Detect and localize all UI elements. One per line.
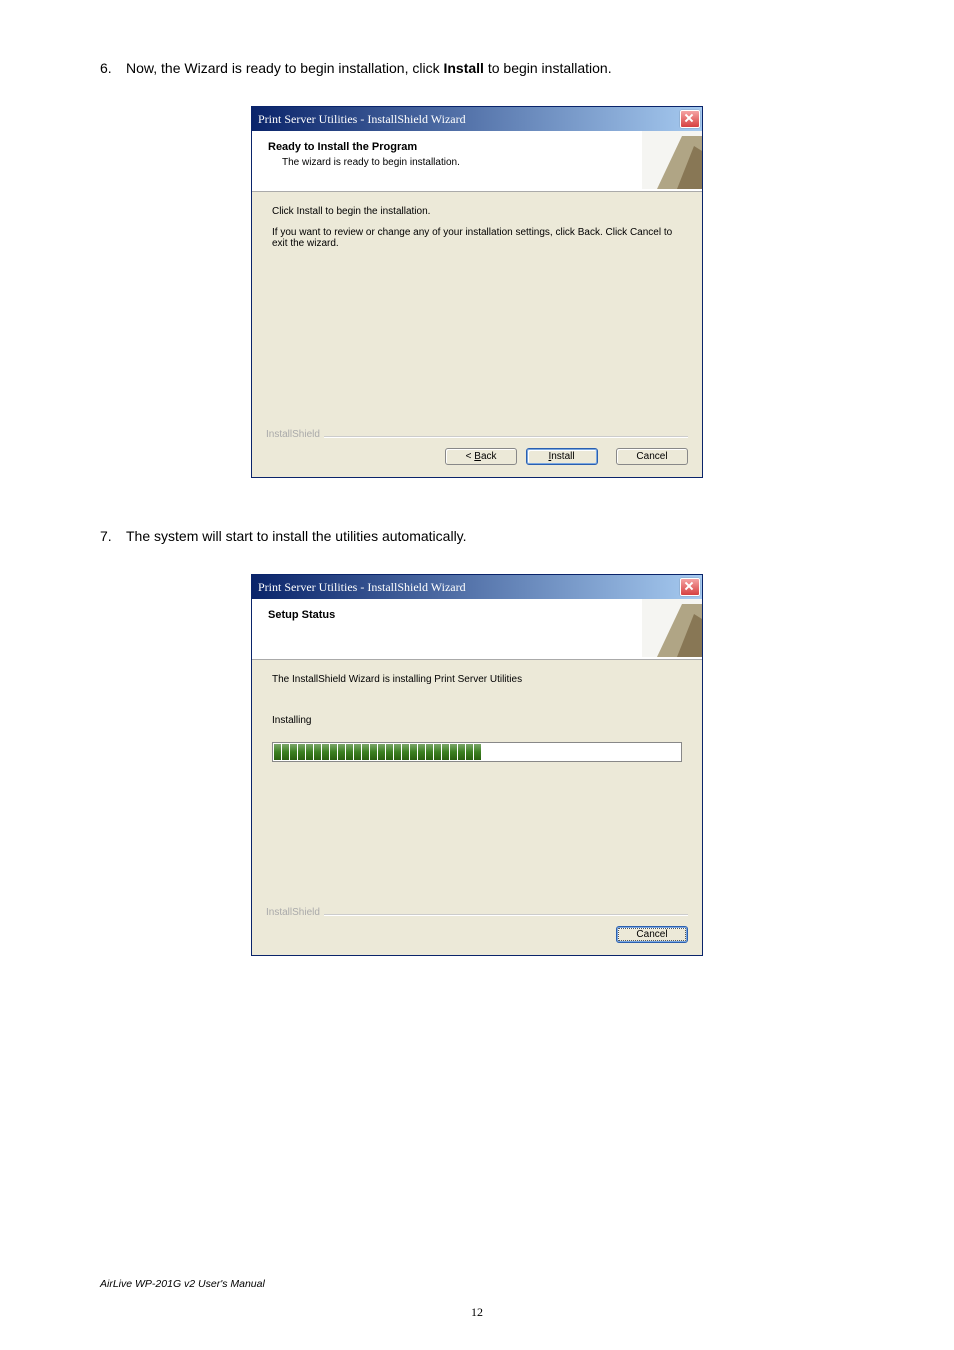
status-text: Installing	[272, 715, 682, 726]
header-subtitle: The wizard is ready to begin installatio…	[282, 157, 686, 168]
dialog-footer: InstallShield < Back Install Cancel	[252, 412, 702, 477]
dialog-body: Click Install to begin the installation.…	[252, 192, 702, 412]
install-button[interactable]: Install	[526, 448, 598, 465]
wizard-graphic-icon	[642, 131, 702, 189]
dialog-header: Ready to Install the Program The wizard …	[252, 131, 702, 192]
install-ready-dialog: Print Server Utilities - InstallShield W…	[251, 106, 703, 478]
step-6-text: 6.Now, the Wizard is ready to begin inst…	[100, 60, 854, 76]
progress-bar	[272, 742, 682, 762]
step-7-text: 7.The system will start to install the u…	[100, 528, 854, 544]
setup-status-dialog: Print Server Utilities - InstallShield W…	[251, 574, 703, 956]
cancel-button[interactable]: Cancel	[616, 926, 688, 943]
brand-label: InstallShield	[266, 429, 324, 440]
brand-label: InstallShield	[266, 907, 324, 918]
dialog-body: The InstallShield Wizard is installing P…	[252, 660, 702, 890]
header-title: Ready to Install the Program	[268, 141, 686, 153]
dialog-header: Setup Status	[252, 599, 702, 660]
footer-text: AirLive WP-201G v2 User's Manual	[100, 1278, 265, 1290]
body-line-1: The InstallShield Wizard is installing P…	[272, 674, 682, 685]
header-title: Setup Status	[268, 609, 686, 621]
separator	[266, 914, 688, 916]
close-icon[interactable]	[680, 110, 700, 128]
body-line-2: If you want to review or change any of y…	[272, 227, 682, 249]
body-line-1: Click Install to begin the installation.	[272, 206, 682, 217]
titlebar: Print Server Utilities - InstallShield W…	[252, 575, 702, 599]
titlebar: Print Server Utilities - InstallShield W…	[252, 107, 702, 131]
window-title: Print Server Utilities - InstallShield W…	[258, 580, 466, 595]
cancel-button[interactable]: Cancel	[616, 448, 688, 465]
back-button[interactable]: < Back	[445, 448, 517, 465]
wizard-graphic-icon	[642, 599, 702, 657]
separator	[266, 436, 688, 438]
close-icon[interactable]	[680, 578, 700, 596]
page-number: 12	[0, 1305, 954, 1320]
dialog-footer: InstallShield Cancel	[252, 890, 702, 955]
window-title: Print Server Utilities - InstallShield W…	[258, 112, 466, 127]
